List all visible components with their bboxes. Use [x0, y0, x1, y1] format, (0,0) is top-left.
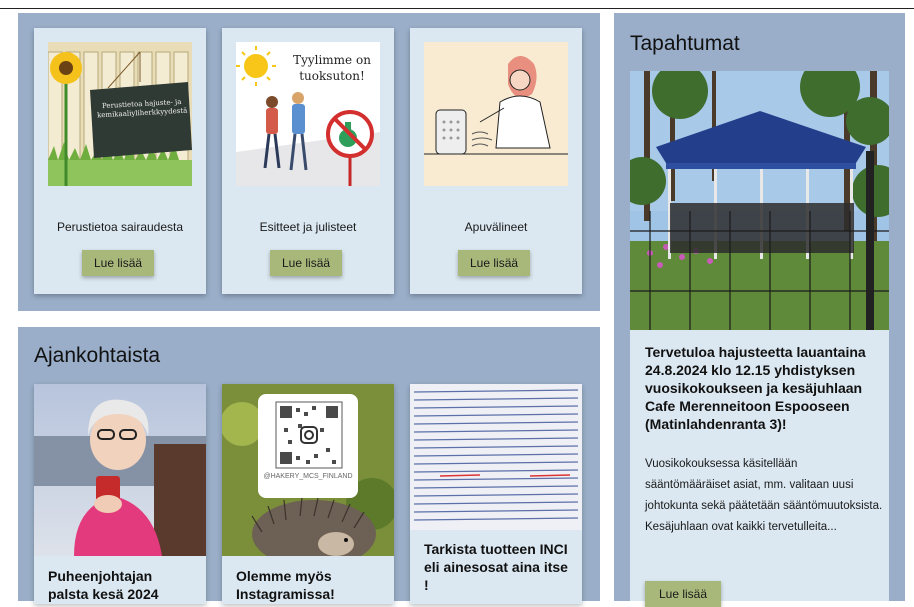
news-card-chair[interactable]: Puheenjohtajan palsta kesä 2024: [34, 384, 206, 604]
news-card-title: Puheenjohtajan palsta kesä 2024: [48, 568, 159, 602]
chair-photo: [34, 384, 206, 556]
brochures-image-text: Tyylimme on tuoksuton!: [293, 53, 371, 83]
news-panel: Ajankohtaista Puheenjohtajan palsta kesä…: [18, 327, 600, 604]
news-card-title: Tarkista tuotteen INCI eli ainesosat ain…: [424, 541, 568, 593]
read-more-brochures-button[interactable]: Lue lisää: [270, 250, 343, 276]
news-card-inci[interactable]: Tarkista tuotteen INCI eli ainesosat ain…: [410, 384, 582, 604]
events-heading: Tapahtumat: [630, 32, 740, 55]
resource-card-title: Apuvälineet: [464, 220, 528, 234]
resource-card-basics[interactable]: Perustietoa hajuste- ja kemikaaliyliherk…: [34, 28, 206, 294]
event-card[interactable]: Tervetuloa hajusteetta lauantaina 24.8.2…: [630, 71, 889, 607]
read-more-basics-button[interactable]: Lue lisää: [82, 250, 155, 276]
read-more-aids-button[interactable]: Lue lisää: [458, 250, 531, 276]
resource-card-title: Esitteet ja julisteet: [259, 220, 357, 234]
top-divider: [0, 8, 914, 9]
event-title: Tervetuloa hajusteetta lauantaina 24.8.2…: [645, 344, 866, 432]
events-panel: Tapahtumat Tervetuloa hajusteetta lauant…: [614, 13, 905, 607]
event-description: Vuosikokouksessa käsitellään sääntömäärä…: [645, 458, 883, 533]
inci-label-photo: [410, 384, 582, 530]
read-more-event-button[interactable]: Lue lisää: [645, 581, 721, 607]
resources-panel: Perustietoa hajuste- ja kemikaaliyliherk…: [18, 13, 600, 311]
gazebo-photo: [630, 71, 889, 330]
news-card-instagram[interactable]: @HAKERY_MCS_FINLAND Olemme myös Instagra…: [222, 384, 394, 604]
basics-image: Perustietoa hajuste- ja kemikaaliyliherk…: [48, 42, 192, 186]
news-card-title: Olemme myös Instagramissa!: [236, 568, 335, 602]
instagram-photo: @HAKERY_MCS_FINLAND: [222, 384, 394, 556]
resource-card-brochures[interactable]: Tyylimme on tuoksuton! Esitteet ja julis…: [222, 28, 394, 294]
brochures-image: Tyylimme on tuoksuton!: [236, 42, 380, 186]
resource-card-title: Perustietoa sairaudesta: [56, 220, 184, 234]
aids-image: [424, 42, 568, 186]
instagram-handle: @HAKERY_MCS_FINLAND: [263, 473, 353, 480]
resource-card-aids[interactable]: Apuvälineet Lue lisää: [410, 28, 582, 294]
news-heading: Ajankohtaista: [34, 344, 161, 367]
